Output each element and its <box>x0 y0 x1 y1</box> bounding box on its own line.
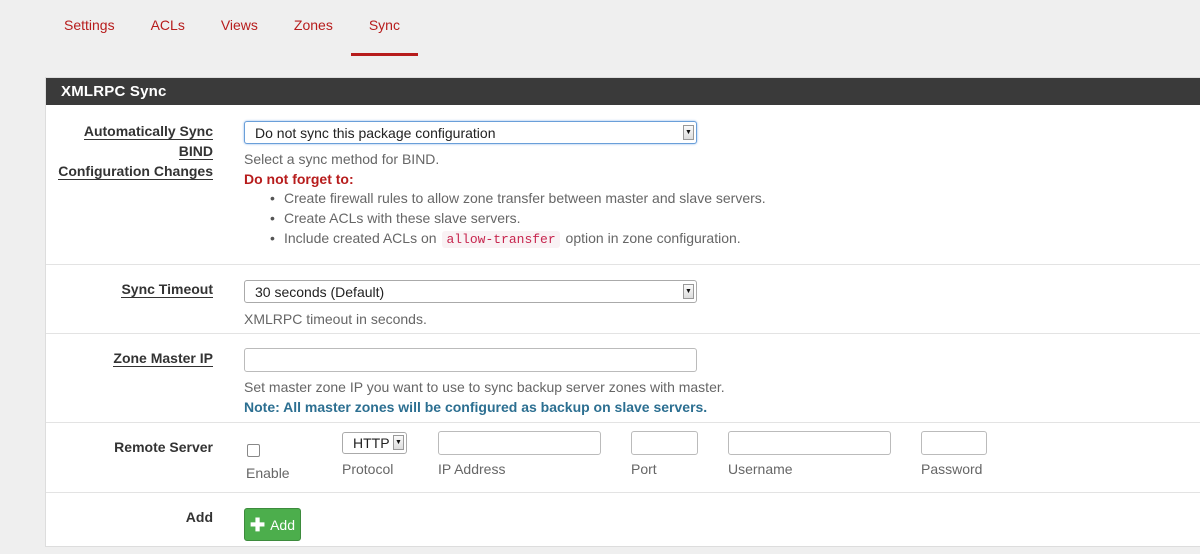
sync-method-label-line1: Automatically Sync BIND <box>83 123 213 160</box>
password-input[interactable] <box>921 431 987 455</box>
sync-method-label[interactable]: Automatically Sync BIND Configuration Ch… <box>46 121 213 181</box>
zone-master-ip-note: Note: All master zones will be configure… <box>244 399 708 415</box>
sync-timeout-select[interactable]: 30 seconds (Default) ▼ <box>244 280 697 303</box>
add-row: Add ✚ Add <box>46 493 1200 548</box>
protocol-value: HTTP <box>353 435 390 451</box>
password-label: Password <box>921 461 983 477</box>
list-item: Create ACLs with these slave servers. <box>270 208 766 228</box>
username-input[interactable] <box>728 431 891 455</box>
dropdown-arrow-icon: ▼ <box>393 435 404 450</box>
add-button-label: Add <box>270 516 295 533</box>
tab-bar: Settings ACLs Views Zones Sync <box>46 0 419 56</box>
zone-master-ip-input[interactable] <box>244 348 697 372</box>
sync-timeout-help: XMLRPC timeout in seconds. <box>244 311 427 327</box>
code-allow-transfer: allow-transfer <box>442 231 560 248</box>
sync-method-row: Automatically Sync BIND Configuration Ch… <box>46 105 1200 265</box>
protocol-select[interactable]: HTTP ▼ <box>342 432 407 454</box>
sync-timeout-label[interactable]: Sync Timeout <box>121 279 213 299</box>
enable-label: Enable <box>246 465 290 481</box>
sync-method-label-line2: Configuration Changes <box>58 163 213 180</box>
tab-zones[interactable]: Zones <box>276 0 351 56</box>
ip-address-label: IP Address <box>438 461 506 477</box>
tab-label: Views <box>220 17 258 33</box>
port-input[interactable] <box>631 431 698 455</box>
protocol-label: Protocol <box>342 461 394 477</box>
tab-label: Settings <box>64 17 115 33</box>
add-row-label: Add <box>185 509 213 525</box>
tab-sync[interactable]: Sync <box>350 0 419 56</box>
tab-label: ACLs <box>150 17 185 33</box>
ip-address-input[interactable] <box>438 431 601 455</box>
zone-master-ip-label-text: Zone Master IP <box>113 350 213 367</box>
sync-timeout-label-text: Sync Timeout <box>121 281 213 298</box>
dropdown-arrow-icon: ▼ <box>683 284 694 299</box>
bullet-text: option in zone configuration. <box>565 230 741 246</box>
remote-server-row: Remote Server Enable HTTP ▼ Protocol IP … <box>46 423 1200 493</box>
sync-method-value: Do not sync this package configuration <box>255 124 496 141</box>
tab-label: Zones <box>293 17 333 33</box>
dropdown-arrow-icon: ▼ <box>683 125 694 140</box>
remote-server-label: Remote Server <box>114 439 213 455</box>
tab-label: Sync <box>368 17 400 33</box>
zone-master-ip-label[interactable]: Zone Master IP <box>113 348 213 368</box>
tab-views[interactable]: Views <box>203 0 276 56</box>
plus-icon: ✚ <box>249 514 266 535</box>
sync-timeout-value: 30 seconds (Default) <box>255 283 385 300</box>
zone-master-ip-help: Set master zone IP you want to use to sy… <box>244 379 725 395</box>
sync-timeout-row: Sync Timeout 30 seconds (Default) ▼ XMLR… <box>46 265 1200 334</box>
bullet-text: Include created ACLs on <box>284 230 437 246</box>
sync-warning-list: Create firewall rules to allow zone tran… <box>270 188 766 248</box>
zone-master-ip-row: Zone Master IP Set master zone IP you wa… <box>46 334 1200 423</box>
sync-warning-title: Do not forget to: <box>244 171 354 187</box>
xmlrpc-sync-panel: XMLRPC Sync Automatically Sync BIND Conf… <box>45 77 1200 547</box>
add-button[interactable]: ✚ Add <box>244 508 301 541</box>
sync-method-select[interactable]: Do not sync this package configuration ▼ <box>244 121 697 144</box>
panel-title: XMLRPC Sync <box>46 78 1200 105</box>
sync-method-help: Select a sync method for BIND. <box>244 151 440 167</box>
tab-settings[interactable]: Settings <box>46 0 133 56</box>
username-label: Username <box>728 461 793 477</box>
list-item: Create firewall rules to allow zone tran… <box>270 188 766 208</box>
tab-acls[interactable]: ACLs <box>133 0 203 56</box>
port-label: Port <box>631 461 657 477</box>
enable-checkbox[interactable] <box>247 444 260 457</box>
list-item: Include created ACLs on allow-transfer o… <box>270 228 766 248</box>
